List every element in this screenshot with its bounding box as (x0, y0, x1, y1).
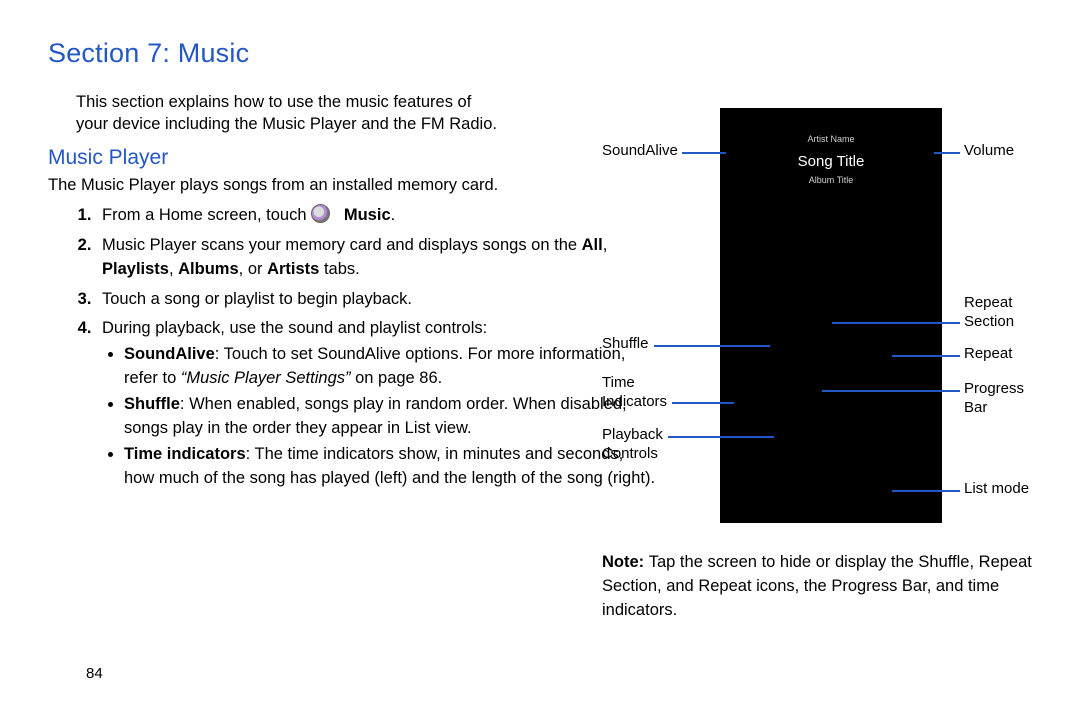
callout-soundalive: SoundAlive (602, 142, 678, 161)
music-icon (311, 204, 330, 223)
leader-line (672, 402, 734, 404)
callout-repeat: Repeat (964, 345, 1012, 364)
screen-note: Note: Tap the screen to hide or display … (602, 551, 1052, 623)
step-2: Music Player scans your memory card and … (96, 234, 656, 282)
step-3: Touch a song or playlist to begin playba… (96, 288, 656, 312)
section-title: Section 7: Music (48, 38, 1025, 69)
callout-playback-controls: Playback Controls (602, 426, 663, 464)
song-title-label: Song Title (720, 153, 942, 170)
album-label: Album Title (720, 175, 942, 185)
callout-list-mode: List mode (964, 480, 1029, 499)
bullet-shuffle: Shuffle: When enabled, songs play in ran… (124, 393, 656, 441)
manual-page: Section 7: Music This section explains h… (0, 0, 1080, 720)
section-intro: This section explains how to use the mus… (76, 91, 506, 136)
leader-line (892, 355, 960, 357)
leader-line (892, 490, 960, 492)
callout-time-indicators: Time Indicators (602, 374, 667, 412)
bullet-time-indicators: Time indicators: The time indicators sho… (124, 443, 656, 491)
step-4: During playback, use the sound and playl… (96, 317, 656, 490)
callout-volume: Volume (964, 142, 1014, 161)
steps-list: From a Home screen, touch Music. Music P… (48, 204, 656, 491)
player-figure: Artist Name Song Title Album Title Sound… (602, 96, 1042, 556)
artist-label: Artist Name (720, 134, 942, 144)
controls-bullets: SoundAlive: Touch to set SoundAlive opti… (102, 343, 656, 491)
step-1: From a Home screen, touch Music. (96, 204, 656, 228)
callout-progress-bar: Progress Bar (964, 380, 1024, 418)
leader-line (654, 345, 770, 347)
leader-line (934, 152, 960, 154)
page-number: 84 (86, 665, 103, 682)
leader-line (668, 436, 774, 438)
bullet-soundalive: SoundAlive: Touch to set SoundAlive opti… (124, 343, 656, 391)
callout-repeat-section: Repeat Section (964, 294, 1014, 332)
leader-line (682, 152, 726, 154)
music-player-desc: The Music Player plays songs from an ins… (48, 174, 508, 196)
leader-line (832, 322, 960, 324)
leader-line (822, 390, 960, 392)
callout-shuffle: Shuffle (602, 335, 648, 354)
phone-screen: Artist Name Song Title Album Title (720, 108, 942, 523)
